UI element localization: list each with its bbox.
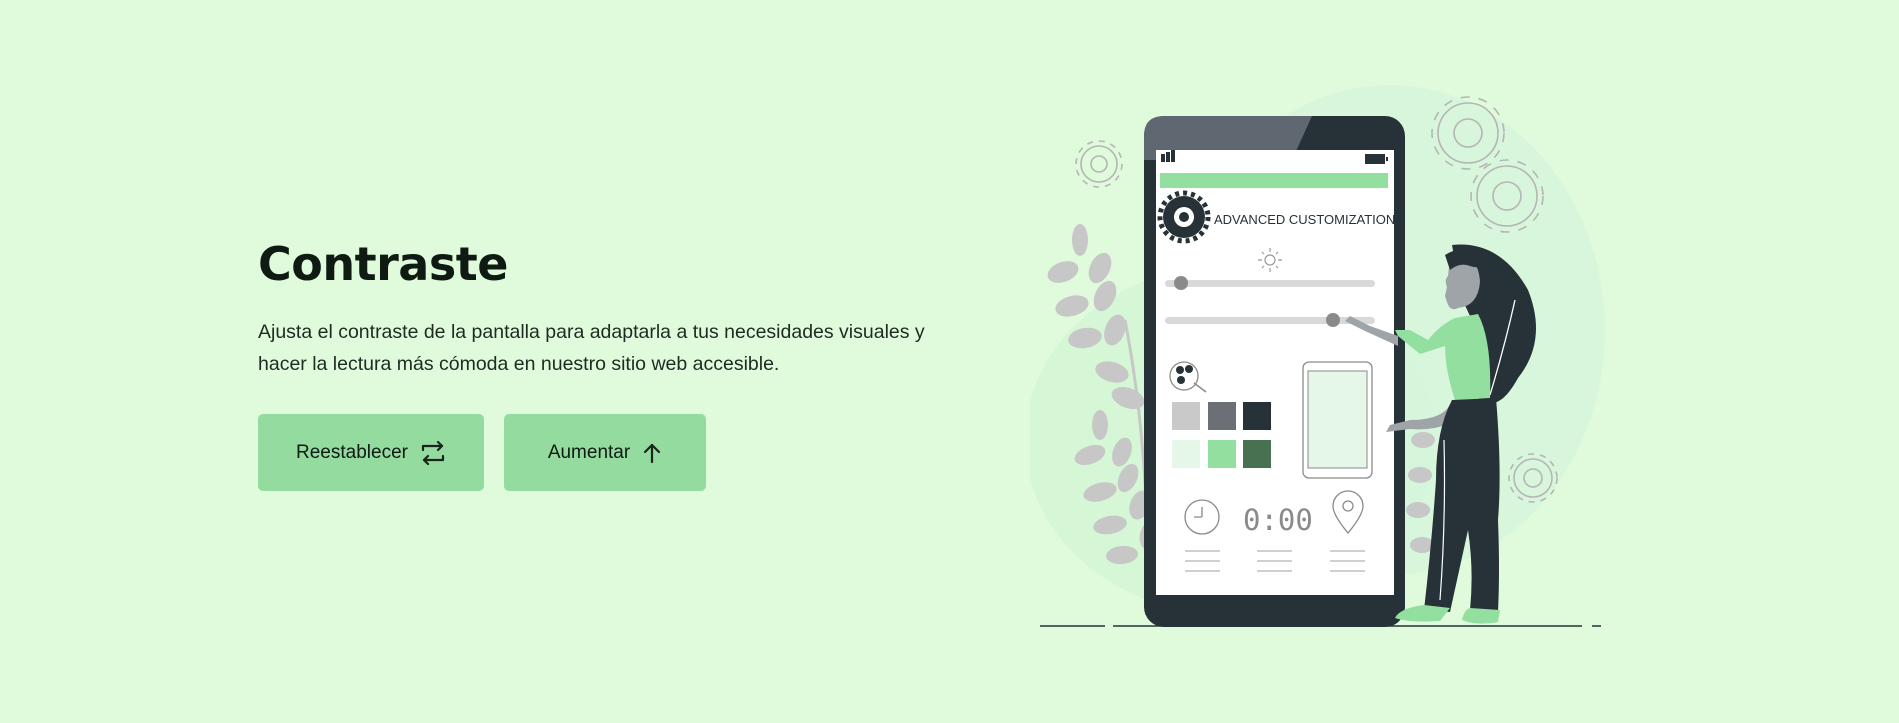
- app-title: ADVANCED CUSTOMIZATION: [1214, 212, 1395, 227]
- increase-button-label: Aumentar: [547, 441, 631, 463]
- timer-readout: 0:00: [1243, 503, 1313, 537]
- page-title: Contraste: [258, 237, 508, 291]
- increase-button[interactable]: Aumentar: [504, 414, 706, 491]
- swap-arrows-icon: [420, 440, 446, 465]
- arrow-up-icon: [642, 442, 662, 464]
- gear-icon: [1075, 140, 1123, 188]
- contrast-text-column: Contraste Ajusta el contraste de la pant…: [258, 236, 978, 491]
- phone-customization-illustration: ADVANCED CUSTOMIZATION 0:00: [1030, 85, 1605, 627]
- page-description: Ajusta el contraste de la pantalla para …: [258, 321, 925, 375]
- contrast-section: Contraste Ajusta el contraste de la pant…: [0, 0, 1899, 723]
- reset-button-label: Reestablecer: [296, 441, 408, 463]
- phone: ADVANCED CUSTOMIZATION 0:00: [1144, 116, 1405, 627]
- button-row: Reestablecer Aumentar: [258, 414, 978, 491]
- reset-button[interactable]: Reestablecer: [258, 414, 484, 491]
